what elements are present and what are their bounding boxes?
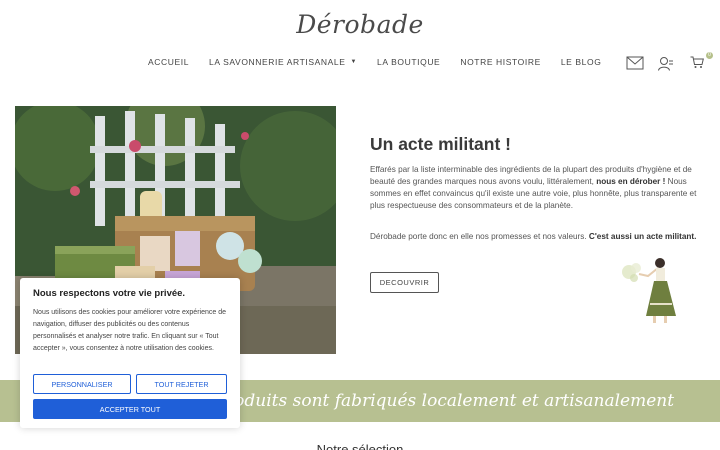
nav-item-label: LE BLOG [560, 57, 602, 67]
nav-item-accueil[interactable]: ACCUEIL [148, 57, 189, 67]
site-logo[interactable]: Dérobade [0, 10, 720, 39]
cart-icon[interactable]: 0 [690, 52, 713, 72]
nav-item-boutique[interactable]: LA BOUTIQUE [377, 57, 440, 67]
hero-text-bold: C'est aussi un acte militant. [588, 232, 697, 241]
nav-item-label: NOTRE HISTOIRE [460, 57, 541, 67]
caret-down-icon: ▼ [350, 59, 358, 65]
cookie-title: Nous respectons votre vie privée. [33, 288, 186, 299]
account-icon[interactable] [658, 56, 676, 72]
nav-item-label: LA SAVONNERIE ARTISANALE [209, 57, 346, 67]
nav-item-blog[interactable]: LE BLOG [561, 57, 602, 67]
discover-button[interactable]: DECOUVRIR [370, 272, 439, 293]
cookie-button-row: PERSONNALISER TOUT REJETER [33, 374, 227, 394]
banner-text: Nos produits sont fabriqués localement e… [175, 391, 675, 411]
header-icons: 0 [626, 52, 713, 72]
nav-item-savonnerie[interactable]: LA SAVONNERIE ARTISANALE ▼ [209, 57, 357, 67]
nav-item-label: ACCUEIL [148, 57, 190, 67]
main-nav: ACCUEIL LA SAVONNERIE ARTISANALE ▼ LA BOU… [148, 57, 621, 67]
hero-text-bold: nous en dérober ! [596, 177, 666, 186]
cookie-buttons: PERSONNALISER TOUT REJETER ACCEPTER TOUT [33, 374, 227, 419]
nav-item-label: LA BOUTIQUE [377, 57, 441, 67]
nav-item-histoire[interactable]: NOTRE HISTOIRE [460, 57, 541, 67]
reject-all-button[interactable]: TOUT REJETER [136, 374, 227, 394]
cart-count-badge: 0 [706, 52, 713, 59]
hero-paragraph-2: Dérobade porte donc en elle nos promesse… [370, 231, 700, 243]
cookie-consent-dialog: Nous respectons votre vie privée. Nous u… [20, 278, 240, 428]
cookie-body: Nous utilisons des cookies pour améliore… [33, 309, 226, 352]
section-title: Notre sélection [316, 442, 404, 450]
hero-title: Un acte militant ! [370, 134, 511, 154]
lady-illustration [620, 254, 686, 328]
mail-icon[interactable] [626, 56, 644, 72]
accept-all-button[interactable]: ACCEPTER TOUT [33, 399, 227, 419]
hero-paragraph-1: Effarés par la liste interminable des in… [370, 164, 700, 212]
customize-button[interactable]: PERSONNALISER [33, 374, 131, 394]
hero-text: Dérobade porte donc en elle nos promesse… [370, 232, 589, 241]
